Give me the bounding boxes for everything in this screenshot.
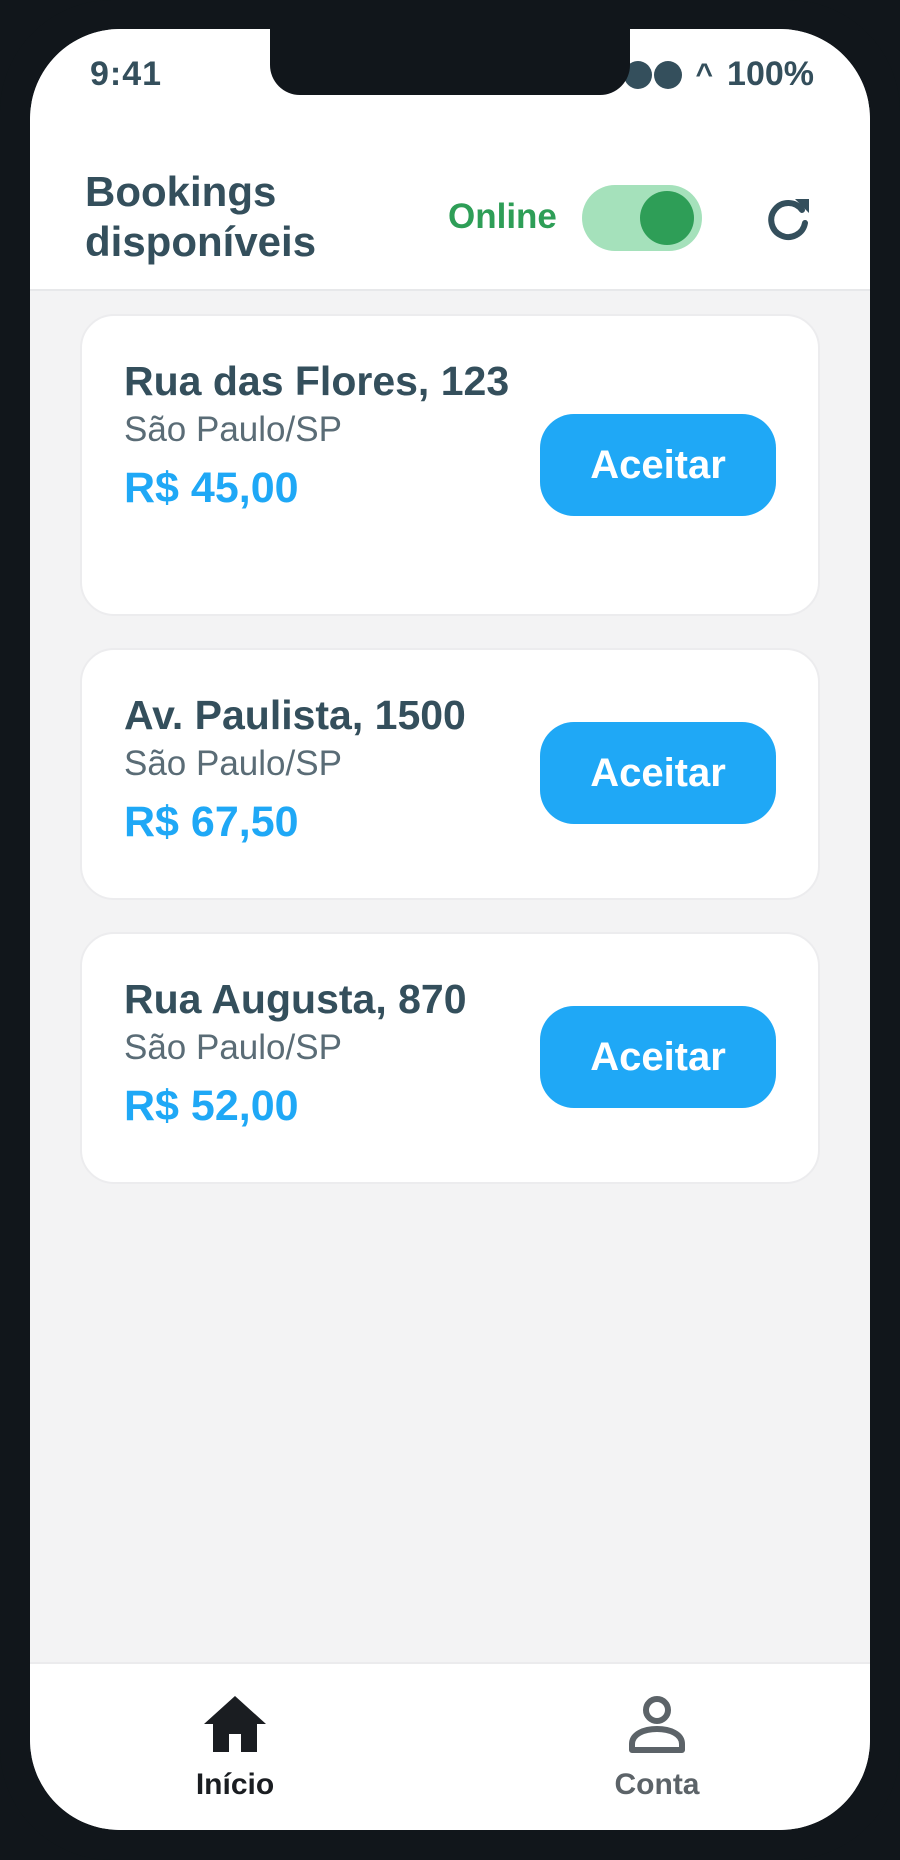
tab-label: Conta bbox=[614, 1768, 700, 1801]
page-title: Bookings disponíveis bbox=[85, 168, 317, 265]
booking-price: R$ 67,50 bbox=[124, 798, 299, 846]
online-toggle[interactable] bbox=[582, 185, 702, 251]
device-notch bbox=[270, 29, 630, 95]
booking-info: Av. Paulista, 1500 São Paulo/SP R$ 67,50 bbox=[124, 690, 514, 850]
bottom-tab-bar: Início Conta bbox=[30, 1662, 870, 1830]
booking-info: Rua Augusta, 870 São Paulo/SP R$ 52,00 bbox=[124, 974, 514, 1134]
tab-conta[interactable]: Conta bbox=[527, 1664, 787, 1830]
tab-label: Início bbox=[195, 1768, 275, 1801]
booking-price: R$ 52,00 bbox=[124, 1082, 299, 1130]
status-indicators: ^ 100% bbox=[623, 55, 814, 94]
booking-city: São Paulo/SP bbox=[124, 1028, 342, 1067]
accept-button[interactable]: Aceitar bbox=[540, 414, 776, 516]
booking-card: Av. Paulista, 1500 São Paulo/SP R$ 67,50… bbox=[80, 648, 820, 900]
refresh-icon bbox=[768, 199, 809, 241]
battery-level: 100% bbox=[727, 55, 814, 93]
status-time: 9:41 bbox=[90, 55, 163, 93]
accept-button[interactable]: Aceitar bbox=[540, 1006, 776, 1108]
booking-list: Rua das Flores, 123 São Paulo/SP R$ 45,0… bbox=[80, 314, 820, 1216]
online-status-label: Online bbox=[448, 197, 557, 236]
user-icon bbox=[629, 1696, 685, 1753]
booking-info: Rua das Flores, 123 São Paulo/SP R$ 45,0… bbox=[124, 356, 514, 516]
phone-frame: 9:41 ^ 100% Bookings disponíveis Online bbox=[0, 0, 900, 1860]
refresh-button[interactable] bbox=[762, 193, 814, 245]
booking-city: São Paulo/SP bbox=[124, 744, 342, 783]
booking-address: Rua das Flores, 123 bbox=[124, 358, 510, 404]
signal-icon bbox=[623, 60, 682, 89]
app-screen: 9:41 ^ 100% Bookings disponíveis Online bbox=[30, 29, 870, 1830]
tab-inicio[interactable]: Início bbox=[105, 1664, 365, 1830]
app-header: Bookings disponíveis Online bbox=[30, 139, 870, 291]
accept-button[interactable]: Aceitar bbox=[540, 722, 776, 824]
booking-card: Rua das Flores, 123 São Paulo/SP R$ 45,0… bbox=[80, 314, 820, 616]
wifi-icon: ^ bbox=[695, 57, 714, 91]
toggle-knob bbox=[640, 191, 694, 245]
booking-address: Rua Augusta, 870 bbox=[124, 976, 467, 1022]
booking-card: Rua Augusta, 870 São Paulo/SP R$ 52,00 A… bbox=[80, 932, 820, 1184]
booking-city: São Paulo/SP bbox=[124, 410, 342, 449]
booking-price: R$ 45,00 bbox=[124, 464, 299, 512]
home-icon bbox=[204, 1696, 266, 1752]
booking-address: Av. Paulista, 1500 bbox=[124, 692, 466, 738]
